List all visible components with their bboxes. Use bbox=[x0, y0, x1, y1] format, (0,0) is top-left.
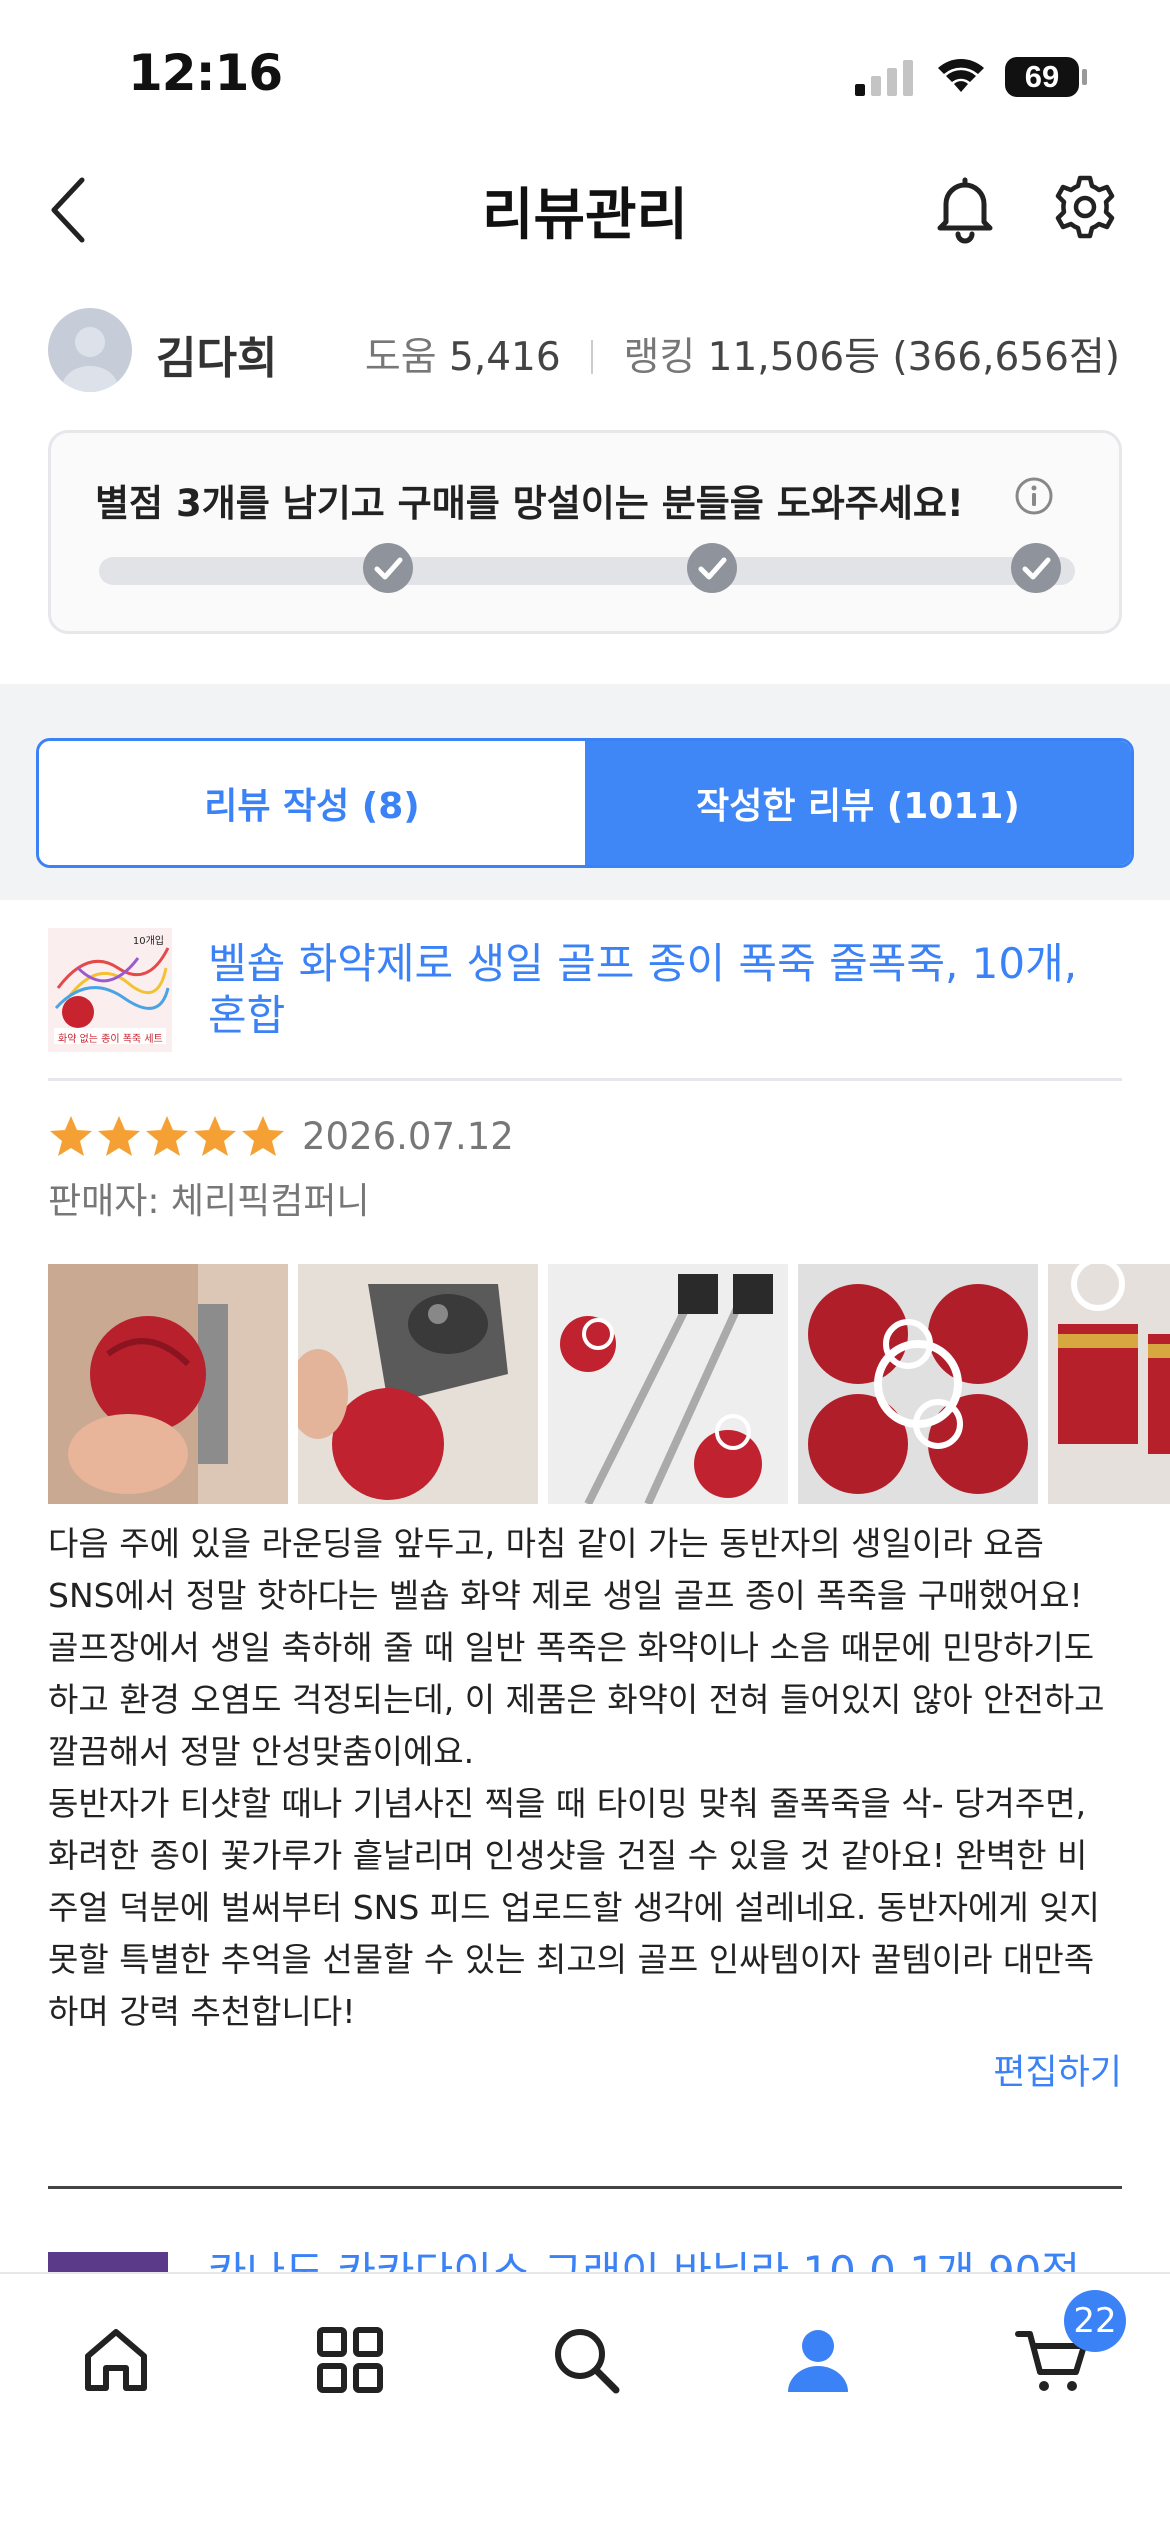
thumbnail-count: 10개입 bbox=[132, 936, 164, 947]
step-check-icon bbox=[363, 543, 413, 593]
cart-count-badge: 22 bbox=[1064, 2290, 1126, 2352]
step-check-icon bbox=[687, 543, 737, 593]
divider bbox=[48, 1078, 1122, 1081]
star-icon bbox=[194, 1116, 236, 1156]
bottom-navigation bbox=[0, 2272, 1170, 2532]
info-icon[interactable] bbox=[1013, 475, 1055, 517]
grid-icon bbox=[317, 2327, 383, 2393]
product-thumbnail[interactable]: 10개입 화약 없는 종이 폭죽 세트 bbox=[48, 928, 172, 1052]
review-photo[interactable] bbox=[548, 1264, 789, 1504]
user-icon bbox=[788, 2330, 848, 2392]
thumbnail-caption: 화약 없는 종이 폭죽 세트 bbox=[58, 1034, 163, 1045]
review-line: 다음 주에 있을 라운딩을 앞두고, 마침 같이 가는 동반자의 생일이라 요즘 bbox=[48, 1524, 1044, 1563]
review-photo[interactable] bbox=[798, 1264, 1039, 1504]
review-line: 하며 강력 추천합니다! bbox=[48, 1992, 356, 2031]
review-line: SNS에서 정말 핫하다는 벨숍 화약 제로 생일 골프 종이 폭죽을 구매했어… bbox=[48, 1576, 1083, 1615]
review-photo[interactable] bbox=[48, 1264, 288, 1504]
nav-my-page[interactable] bbox=[778, 2320, 858, 2400]
edit-review-link[interactable]: 편집하기 bbox=[993, 2044, 1122, 2095]
review-photo[interactable] bbox=[298, 1264, 539, 1504]
star-icon bbox=[50, 1116, 92, 1156]
battery-icon: 69 bbox=[1004, 56, 1088, 98]
username: 김다희 bbox=[156, 333, 278, 384]
star-rating: 2026.07.12 bbox=[48, 1108, 514, 1164]
step-check-icon bbox=[1011, 543, 1061, 593]
profile-stats: 도움 5,416 랭킹 11,506등 (366,656점) bbox=[365, 326, 1120, 382]
notification-bell-icon[interactable] bbox=[932, 172, 998, 244]
review-line: 깔끔해서 정말 안성맞춤이에요. bbox=[48, 1732, 475, 1771]
review-photos bbox=[48, 1264, 1170, 1504]
review-line: 골프장에서 생일 축하해 줄 때 일반 폭죽은 화약이나 소음 때문에 민망하기… bbox=[48, 1628, 1095, 1667]
battery-level: 69 bbox=[1024, 59, 1060, 94]
ranking-label: 랭킹 bbox=[623, 335, 696, 380]
avatar[interactable] bbox=[48, 308, 132, 392]
review-mission-card: 별점 3개를 남기고 구매를 망설이는 분들을 도와주세요! bbox=[48, 430, 1122, 634]
product-title-link[interactable]: 벨숍 화약제로 생일 골프 종이 폭죽 줄폭죽, 10개, 혼합 bbox=[208, 938, 1088, 1042]
review-date: 2026.07.12 bbox=[302, 1114, 514, 1158]
review-line: 동반자가 티샷할 때나 기념사진 찍을 때 타이밍 맞춰 줄폭죽을 삭- 당겨주… bbox=[48, 1784, 1087, 1823]
review-line: 하고 환경 오염도 걱정되는데, 이 제품은 화약이 전혀 들어있지 않아 안전… bbox=[48, 1680, 1105, 1719]
nav-search[interactable] bbox=[546, 2320, 626, 2400]
status-time: 12:16 bbox=[128, 44, 283, 102]
divider bbox=[48, 2186, 1122, 2189]
star-icon bbox=[242, 1116, 284, 1156]
tab-written-reviews[interactable]: 작성한 리뷰 (1011) bbox=[585, 741, 1131, 865]
review-line: 화려한 종이 꽃가루가 흩날리며 인생샷을 건질 수 있을 것 같아요! 완벽한… bbox=[48, 1836, 1088, 1875]
help-count: 5,416 bbox=[449, 335, 561, 380]
settings-gear-icon[interactable] bbox=[1052, 174, 1118, 240]
nav-home[interactable] bbox=[76, 2320, 156, 2400]
ranking-value: 11,506등 (366,656점) bbox=[707, 335, 1120, 380]
signal-icon bbox=[855, 60, 913, 96]
seller-name: 판매자: 체리픽컴퍼니 bbox=[48, 1181, 370, 1222]
review-text: 다음 주에 있을 라운딩을 앞두고, 마침 같이 가는 동반자의 생일이라 요즘… bbox=[48, 1518, 1128, 2038]
stats-divider bbox=[591, 340, 594, 374]
help-label: 도움 bbox=[364, 335, 437, 380]
mission-text: 별점 3개를 남기고 구매를 망설이는 분들을 도와주세요! bbox=[95, 482, 964, 525]
nav-categories[interactable] bbox=[310, 2320, 390, 2400]
star-icon bbox=[98, 1116, 140, 1156]
profile-summary: 김다희 도움 5,416 랭킹 11,506등 (366,656점) bbox=[0, 300, 1170, 400]
home-icon bbox=[85, 2329, 147, 2391]
app-header: 리뷰관리 bbox=[0, 150, 1170, 270]
review-product[interactable]: 10개입 화약 없는 종이 폭죽 세트 벨숍 화약제로 생일 골프 종이 폭죽 … bbox=[48, 928, 1122, 1078]
review-tabs: 리뷰 작성 (8) 작성한 리뷰 (1011) bbox=[36, 738, 1134, 868]
mission-progress-track bbox=[99, 557, 1075, 585]
status-bar: 12:16 69 bbox=[0, 0, 1170, 140]
star-icon bbox=[146, 1116, 188, 1156]
review-line: 못할 특별한 추억을 선물할 수 있는 최고의 골프 인싸템이자 꿀템이라 대만… bbox=[48, 1940, 1095, 1979]
review-line: 주얼 덕분에 벌써부터 SNS 피드 업로드할 생각에 설레네요. 동반자에게 … bbox=[48, 1888, 1100, 1927]
tab-write-review[interactable]: 리뷰 작성 (8) bbox=[39, 741, 585, 865]
search-icon bbox=[555, 2329, 620, 2394]
wifi-icon bbox=[938, 59, 984, 92]
review-photo[interactable] bbox=[1048, 1264, 1170, 1504]
